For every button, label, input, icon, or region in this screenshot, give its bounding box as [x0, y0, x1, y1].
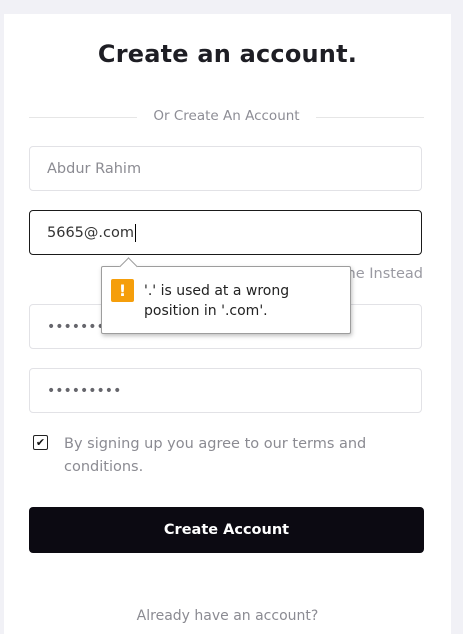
divider-text: Or Create An Account [153, 108, 300, 124]
divider: Or Create An Account [29, 108, 424, 124]
create-account-button[interactable]: Create Account [29, 507, 424, 553]
email-field[interactable]: 5665@.com [29, 210, 422, 255]
confirm-password-field[interactable]: ••••••••• [29, 368, 422, 413]
page-title: Create an account. [97, 40, 358, 68]
divider-line-right [316, 117, 424, 118]
already-have-account-text: Already have an account? [136, 608, 319, 624]
name-field[interactable]: Abdur Rahim [29, 146, 422, 191]
confirm-password-value: ••••••••• [47, 382, 122, 399]
terms-checkbox[interactable]: ✔ [33, 435, 48, 450]
alternate-signup-link[interactable]: me Instead [342, 266, 423, 282]
terms-label: By signing up you agree to our terms and… [64, 436, 367, 475]
text-caret [134, 223, 136, 242]
email-value: 5665@.com [47, 224, 134, 241]
validation-message: '.' is used at a wrong position in '.com… [144, 283, 290, 319]
warning-icon: ! [111, 279, 134, 302]
validation-tooltip: ! '.' is used at a wrong position in '.c… [101, 257, 351, 334]
name-value: Abdur Rahim [47, 160, 142, 177]
